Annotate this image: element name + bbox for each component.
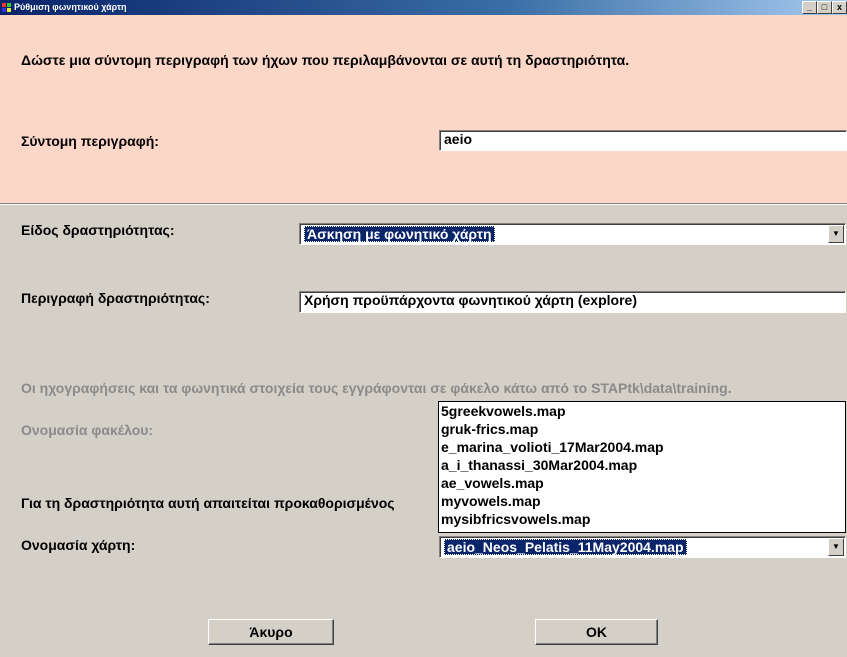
map-name-value: aeio_Neos_Pelatis_11May2004.map bbox=[444, 539, 687, 555]
map-dropdown-list[interactable]: 5greekvowels.map gruk-frics.map e_marina… bbox=[438, 401, 846, 533]
maximize-button[interactable]: □ bbox=[817, 1, 832, 14]
activity-description-input[interactable]: Χρήση προϋπάρχοντα φωνητικού χάρτη (expl… bbox=[299, 291, 846, 313]
list-item[interactable]: 5greekvowels.map bbox=[439, 402, 845, 420]
activity-type-label: Είδος δραστηριότητας: bbox=[21, 222, 175, 238]
app-icon bbox=[2, 3, 11, 12]
list-item[interactable]: a_i_thanassi_30Mar2004.map bbox=[439, 456, 845, 474]
activity-type-value: Άσκηση με φωνητικό χάρτη bbox=[304, 226, 495, 242]
title-bar: Ρύθμιση φωνητικού χάρτη _ □ x bbox=[0, 0, 847, 15]
activity-type-select[interactable]: Άσκηση με φωνητικό χάρτη ▼ bbox=[299, 223, 846, 245]
recordings-note: Οι ηχογραφήσεις και τα φωνητικά στοιχεία… bbox=[21, 380, 732, 396]
folder-name-label: Ονομασία φακέλου: bbox=[21, 422, 154, 438]
requirement-note: Για τη δραστηριότητα αυτή απαιτείται προ… bbox=[21, 495, 395, 511]
map-name-select[interactable]: aeio_Neos_Pelatis_11May2004.map ▼ bbox=[439, 536, 846, 558]
close-button[interactable]: x bbox=[832, 1, 847, 14]
list-item[interactable]: myvowels.map bbox=[439, 492, 845, 510]
list-item[interactable]: gruk-frics.map bbox=[439, 420, 845, 438]
list-item[interactable]: e_marina_volioti_17Mar2004.map bbox=[439, 438, 845, 456]
short-description-label: Σύντομη περιγραφή: bbox=[21, 133, 159, 149]
cancel-button[interactable]: Άκυρο bbox=[208, 619, 334, 645]
minimize-button[interactable]: _ bbox=[802, 1, 817, 14]
window-title: Ρύθμιση φωνητικού χάρτη bbox=[14, 2, 127, 12]
list-item[interactable]: mysibfricsvowels.map bbox=[439, 510, 845, 528]
list-item[interactable]: ae_vowels.map bbox=[439, 474, 845, 492]
activity-description-label: Περιγραφή δραστηριότητας: bbox=[21, 290, 210, 306]
short-description-input[interactable]: aeio bbox=[439, 130, 847, 151]
description-panel bbox=[0, 15, 847, 203]
map-name-label: Ονομασία χάρτη: bbox=[21, 537, 136, 553]
intro-text: Δώστε μια σύντομη περιγραφή των ήχων που… bbox=[21, 52, 630, 68]
chevron-down-icon[interactable]: ▼ bbox=[828, 538, 844, 556]
section-divider bbox=[0, 203, 847, 205]
ok-button[interactable]: OK bbox=[535, 619, 658, 645]
chevron-down-icon[interactable]: ▼ bbox=[828, 225, 844, 243]
